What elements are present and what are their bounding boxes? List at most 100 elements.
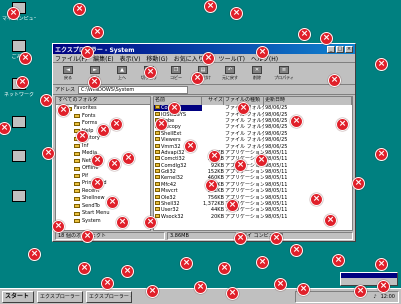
undo-icon: ↶ (225, 66, 235, 74)
error-badge-icon: × (324, 214, 337, 227)
copy-button[interactable]: ❐ コピー (164, 65, 188, 83)
error-badge-icon: × (78, 262, 91, 275)
folder-tree-node[interactable]: Offline (56, 165, 150, 173)
error-badge-icon: × (122, 152, 135, 165)
file-row[interactable]: Comdlg3292KBアプリケーション拡張98/05/11 (154, 162, 352, 169)
file-row[interactable]: Msvcrt272KBアプリケーション拡張98/05/11 (154, 188, 352, 194)
file-name: ShellExt (154, 130, 202, 137)
folder-icon (74, 121, 80, 126)
menu-edit[interactable]: 編集(E) (93, 54, 113, 63)
file-list-header: 名前 サイズ ファイルの種類 更新日時 (154, 97, 352, 105)
file-row[interactable]: IOSUBSYSファイル フォルダ98/06/25 (154, 111, 352, 118)
folder-tree-node[interactable]: System (56, 218, 150, 226)
undo-button[interactable]: ↶ 元に戻す (218, 65, 242, 83)
folder-tree-node[interactable]: Shellnew (56, 195, 150, 203)
folder-tree-node[interactable]: Favorites (56, 105, 150, 113)
folder-tree-label: Fonts (82, 112, 96, 119)
folder-tree-label: Favorites (74, 105, 97, 111)
error-badge-icon: × (298, 28, 311, 41)
file-row[interactable]: Precopy ファイル フォルダ 98/06/25 (154, 124, 352, 130)
folder-tree-node[interactable]: Recent (56, 188, 150, 196)
file-row[interactable]: Wsock32 20KBアプリケーション拡張98/05/11 (154, 213, 352, 220)
error-badge-icon: × (202, 52, 215, 65)
error-badge-icon: × (91, 154, 104, 167)
menu-view[interactable]: 表示(V) (120, 54, 141, 63)
file-row[interactable]: Comctl32344KBアプリケーション拡張98/05/11 (154, 156, 352, 162)
mini-window-titlebar[interactable] (341, 273, 397, 278)
error-badge-icon: × (377, 280, 390, 293)
folder-tree-label: Shellnew (82, 195, 105, 201)
file-date: 98/05/11 (265, 213, 288, 220)
status-size: 3.86MB (167, 232, 237, 240)
window-title: エクスプローラー - System (55, 46, 135, 54)
file-row[interactable]: Kernel32460KBアプリケーション拡張98/05/11 (154, 175, 352, 181)
desktop-icon-monitor-2[interactable] (2, 150, 36, 164)
folder-icon (74, 196, 80, 201)
file-type: ファイル フォルダ (225, 117, 264, 124)
menu-tools[interactable]: ツール(T) (219, 54, 245, 63)
error-badge-icon: × (0, 122, 11, 135)
file-row[interactable]: Oobe ファイル フォルダ 98/06/25 (154, 117, 352, 124)
file-type: ファイル フォルダ (225, 137, 264, 144)
error-badge-icon: × (194, 281, 207, 294)
error-badge-icon: × (81, 46, 94, 59)
error-badge-icon: × (375, 148, 388, 161)
file-row[interactable]: Advapi3264KBアプリケーション拡張98/05/11 (154, 149, 352, 156)
column-date[interactable]: 更新日時 (264, 97, 352, 105)
clock[interactable]: 12:00 (381, 294, 395, 300)
address-label: アドレス (55, 87, 76, 93)
minimize-button[interactable]: _ (327, 45, 335, 53)
error-badge-icon: × (191, 72, 204, 85)
file-row[interactable]: Colorファイル フォルダ98/06/25 (154, 105, 352, 112)
up-button[interactable]: ▲ 上へ (110, 65, 134, 83)
folder-tree-node[interactable]: Fonts (56, 113, 150, 121)
folder-tree-node[interactable]: SendTo (56, 203, 150, 211)
error-badge-icon: × (91, 26, 104, 39)
explorer-window[interactable]: エクスプローラー - System _ □ × ファイル(F) 編集(E) 表示… (52, 43, 356, 242)
file-date: 98/05/11 (265, 194, 288, 201)
error-badge-icon: × (88, 76, 101, 89)
folder-icon (74, 181, 80, 186)
error-badge-icon: × (205, 179, 218, 192)
error-badge-icon: × (234, 159, 247, 172)
desktop-icon-program[interactable] (2, 190, 36, 204)
file-row[interactable]: Mfc42980KBアプリケーション拡張98/05/11 (154, 181, 352, 188)
monitor-icon (12, 116, 26, 128)
error-badge-icon: × (110, 118, 123, 131)
file-date: 98/05/11 (265, 175, 288, 182)
file-icon (155, 175, 160, 180)
file-row[interactable]: Gdi32152KBアプリケーション拡張98/05/11 (154, 169, 352, 175)
file-row[interactable]: ShellExt ファイル フォルダ 98/06/25 (154, 130, 352, 137)
back-button[interactable]: ◄ 戻る (56, 65, 80, 83)
maximize-button[interactable]: □ (336, 45, 344, 53)
file-row[interactable]: Viewers ファイル フォルダ 98/06/25 (154, 137, 352, 143)
properties-button[interactable]: ≡ プロパティ (272, 65, 296, 83)
file-list[interactable]: 名前 サイズ ファイルの種類 更新日時 Colorファイル フォルダ98/06/… (153, 96, 353, 231)
error-badge-icon: × (270, 232, 283, 245)
folder-tree-node[interactable]: Pif (56, 173, 150, 181)
taskbar-button[interactable]: エクスプローラー - S... (86, 290, 132, 303)
file-size: 756KB (207, 194, 224, 201)
column-size[interactable]: サイズ (202, 97, 224, 105)
folder-tree-node[interactable]: Inf (56, 143, 150, 151)
status-location: マイ コンピュータ (239, 232, 353, 240)
delete-icon: ✕ (252, 66, 262, 74)
file-size: 44KB (210, 207, 224, 214)
taskbar-button[interactable]: エクスプローラー (37, 290, 83, 303)
folder-tree-nodes: FavoritesFontsFormsHelpHistoryInfMediaNe… (56, 105, 150, 225)
file-name: Msvcrt (154, 188, 202, 194)
file-type: ファイル フォルダ (225, 143, 264, 150)
speaker-icon[interactable]: ♪ (373, 294, 376, 300)
file-icon (155, 162, 160, 167)
close-button[interactable]: × (345, 45, 353, 53)
delete-button[interactable]: ✕ 削除 (245, 65, 269, 83)
file-row[interactable]: User3244KBアプリケーション拡張98/05/11 (154, 207, 352, 213)
start-button[interactable]: スタート (2, 290, 34, 303)
error-badge-icon: × (57, 104, 70, 117)
file-icon (155, 156, 160, 161)
program-icon (12, 190, 26, 202)
folder-icon (74, 159, 80, 164)
folder-tree-node[interactable]: Start Menu (56, 210, 150, 218)
menu-go[interactable]: 移動(G) (146, 54, 167, 63)
folder-tree-label: SendTo (82, 202, 100, 209)
